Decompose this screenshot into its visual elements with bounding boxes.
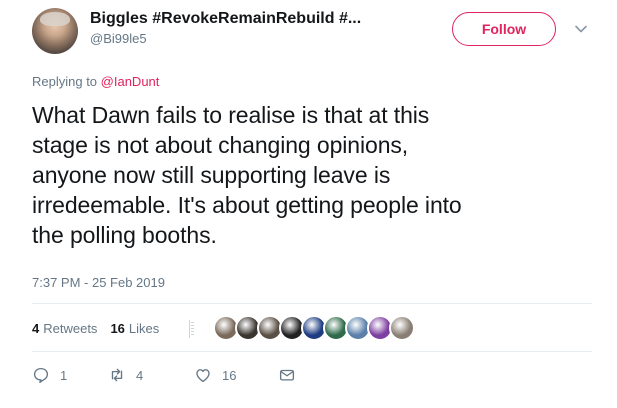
likes-count: 16: [110, 320, 125, 336]
direct-message-action[interactable]: [278, 366, 296, 384]
retweets-stat[interactable]: 4 Retweets: [32, 321, 97, 336]
divider: [32, 303, 592, 304]
avatar[interactable]: [32, 8, 78, 54]
reply-context: Replying to @IanDunt: [32, 74, 159, 89]
reply-mention-link[interactable]: @IanDunt: [101, 74, 160, 89]
tweet-text-line: the polling booths.: [32, 222, 217, 248]
liker-avatar[interactable]: [389, 315, 415, 341]
like-count: 16: [222, 367, 237, 383]
author-name[interactable]: Biggles #RevokeRemainRebuild #...: [90, 10, 361, 28]
tweet: Biggles #RevokeRemainRebuild #... @Bi99l…: [0, 0, 617, 408]
like-action[interactable]: 16: [194, 366, 278, 384]
reply-icon: [33, 367, 49, 383]
retweet-count: 4: [136, 367, 144, 383]
envelope-icon: [279, 369, 295, 381]
reply-action[interactable]: 1: [32, 366, 108, 384]
retweet-action[interactable]: 4: [108, 366, 194, 384]
divider: [32, 351, 592, 352]
tweet-text-line: irredeemable. It's about getting people …: [32, 192, 462, 218]
tweet-text: What Dawn fails to realise is that at th…: [32, 100, 592, 250]
retweet-icon: [111, 368, 123, 382]
likes-stat[interactable]: 16 Likes: [110, 321, 159, 336]
tweet-stats: 4 Retweets 16 Likes: [32, 318, 172, 338]
heart-icon: [196, 369, 210, 383]
reply-prefix: Replying to: [32, 74, 101, 89]
tweet-text-line: stage is not about changing opinions,: [32, 132, 409, 158]
liker-avatars: [213, 315, 415, 341]
author-handle[interactable]: @Bi99le5: [90, 31, 147, 46]
tweet-text-line: anyone now still supporting leave is: [32, 162, 391, 188]
follow-button[interactable]: Follow: [452, 12, 556, 46]
timestamp[interactable]: 7:37 PM - 25 Feb 2019: [32, 275, 165, 290]
tweet-actions: 1 4 16: [32, 366, 296, 384]
retweets-label: Retweets: [43, 320, 98, 336]
likes-label: Likes: [128, 320, 160, 336]
tweet-text-line: What Dawn fails to realise is that at th…: [32, 102, 430, 128]
reply-count: 1: [60, 367, 68, 383]
retweets-count: 4: [32, 320, 40, 336]
stats-separator: [189, 320, 195, 338]
chevron-down-icon[interactable]: [574, 22, 588, 36]
